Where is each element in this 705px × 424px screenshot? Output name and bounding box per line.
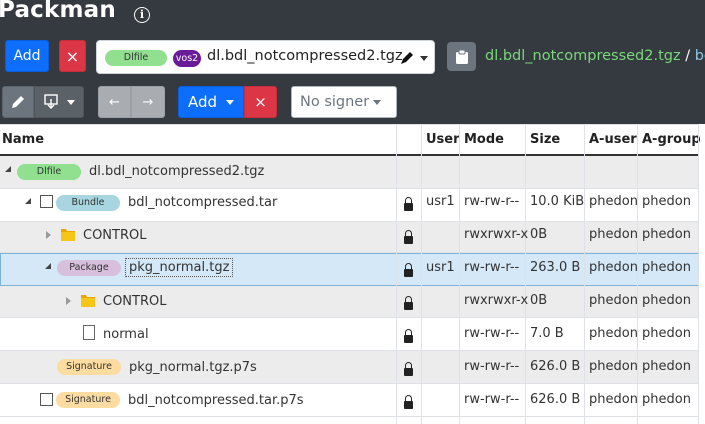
row-mode: rwxrwxr-x [464, 293, 529, 308]
clipboard-icon [455, 49, 468, 64]
chevron-down-icon[interactable] [420, 56, 428, 61]
row-name: dl.bdl_notcompressed2.tgz [89, 164, 265, 179]
row-agroup: phedon [642, 293, 691, 308]
add-item-label: Add [188, 93, 218, 111]
row-size: 0B [530, 227, 548, 242]
row-name: pkg_normal.tgz.p7s [129, 360, 257, 375]
breadcrumb-segment[interactable]: bdl [695, 48, 705, 64]
row-name: pkg_normal.tgz [125, 258, 234, 277]
signature-badge: Signature [56, 392, 120, 408]
row-mode: rwxrwxr-x [464, 227, 529, 242]
row-name: bdl_notcompressed.tar.p7s [128, 393, 304, 408]
vos-badge: vos2 [173, 50, 201, 67]
column-header-agroup[interactable]: A-group [642, 124, 701, 156]
signer-label: No signer [300, 94, 370, 110]
download-icon [44, 94, 58, 109]
lock-icon[interactable] [404, 230, 413, 244]
row-user: usr1 [426, 260, 455, 275]
lock-icon[interactable] [404, 197, 413, 211]
row-auser: phedon [589, 293, 638, 308]
column-header-mode[interactable]: Mode [464, 124, 504, 156]
row-auser: phedon [589, 194, 638, 209]
download-menu-button[interactable] [34, 86, 84, 118]
row-name: CONTROL [103, 294, 167, 309]
breadcrumb-separator: / [685, 48, 691, 64]
row-mode: rw-rw-r-- [464, 326, 520, 341]
folder-icon [61, 229, 75, 241]
column-header-auser[interactable]: A-user [589, 124, 637, 156]
column-header-name[interactable]: Name [2, 124, 44, 156]
row-agroup: phedon [642, 227, 691, 242]
row-size: 626.0 B [530, 392, 581, 407]
file-icon [83, 325, 95, 340]
lock-icon[interactable] [404, 395, 413, 409]
row-mode: rw-rw-r-- [464, 359, 520, 374]
row-size: 10.0 KiB [530, 194, 585, 209]
row-size: 0B [530, 293, 548, 308]
row-size: 7.0 B [530, 326, 564, 341]
add-item-button[interactable]: Add [178, 86, 244, 118]
row-auser: phedon [589, 392, 638, 407]
row-agroup: phedon [642, 260, 691, 275]
expand-icon[interactable] [66, 297, 71, 305]
bundle-badge: Bundle [56, 195, 120, 211]
row-auser: phedon [589, 326, 638, 341]
row-size: 263.0 B [530, 260, 581, 275]
clipboard-button[interactable] [447, 42, 476, 71]
row-checkbox[interactable] [40, 393, 53, 406]
row-agroup: phedon [642, 359, 691, 374]
row-name: normal [103, 327, 149, 342]
package-badge: Package [57, 260, 121, 276]
row-agroup: phedon [642, 392, 691, 407]
app-title: Packman [0, 0, 116, 23]
lock-icon[interactable] [404, 329, 413, 343]
chevron-down-icon [67, 99, 75, 105]
row-name: CONTROL [83, 228, 147, 243]
column-header-user[interactable]: User [426, 124, 460, 156]
chevron-down-icon [373, 99, 382, 105]
column-header-size[interactable]: Size [530, 124, 560, 156]
row-auser: phedon [589, 227, 638, 242]
pencil-icon [12, 96, 24, 108]
row-name: bdl_notcompressed.tar [128, 195, 278, 210]
dlfile-selector[interactable]: Dlfile vos2 dl.bdl_notcompressed2.tgz [96, 40, 435, 74]
remove-dlfile-button[interactable]: × [59, 40, 86, 72]
chevron-down-icon [226, 99, 235, 105]
selector-value: dl.bdl_notcompressed2.tgz [207, 48, 403, 64]
row-mode: rw-rw-r-- [464, 194, 520, 209]
lock-icon[interactable] [404, 263, 413, 277]
row-size: 626.0 B [530, 359, 581, 374]
signature-badge: Signature [57, 359, 121, 375]
next-button[interactable]: → [131, 86, 165, 118]
add-dlfile-button[interactable]: Add [5, 40, 49, 72]
collapse-icon[interactable] [25, 198, 31, 204]
lock-icon[interactable] [404, 296, 413, 310]
signer-select[interactable]: No signer [291, 86, 397, 118]
edit-button[interactable] [2, 86, 34, 118]
info-icon[interactable]: i [134, 7, 150, 23]
row-auser: phedon [589, 260, 638, 275]
row-user: usr1 [426, 194, 455, 209]
row-mode: rw-rw-r-- [464, 260, 520, 275]
dlfile-badge: Dlfile [105, 50, 167, 66]
lock-icon[interactable] [404, 362, 413, 376]
collapse-icon[interactable] [45, 263, 51, 269]
prev-button[interactable]: ← [98, 86, 131, 118]
row-checkbox[interactable] [40, 195, 53, 208]
collapse-icon[interactable] [5, 166, 11, 172]
row-auser: phedon [589, 359, 638, 374]
remove-item-button[interactable]: × [244, 86, 277, 118]
expand-icon[interactable] [46, 231, 51, 239]
row-agroup: phedon [642, 326, 691, 341]
pen-icon[interactable] [399, 50, 415, 66]
row-agroup: phedon [642, 194, 691, 209]
breadcrumb-segment[interactable]: dl.bdl_notcompressed2.tgz [485, 48, 681, 64]
row-mode: rw-rw-r-- [464, 392, 520, 407]
breadcrumb: dl.bdl_notcompressed2.tgz / bdl [485, 48, 705, 64]
folder-icon [81, 295, 95, 307]
dlfile-badge: Dlfile [17, 164, 81, 180]
